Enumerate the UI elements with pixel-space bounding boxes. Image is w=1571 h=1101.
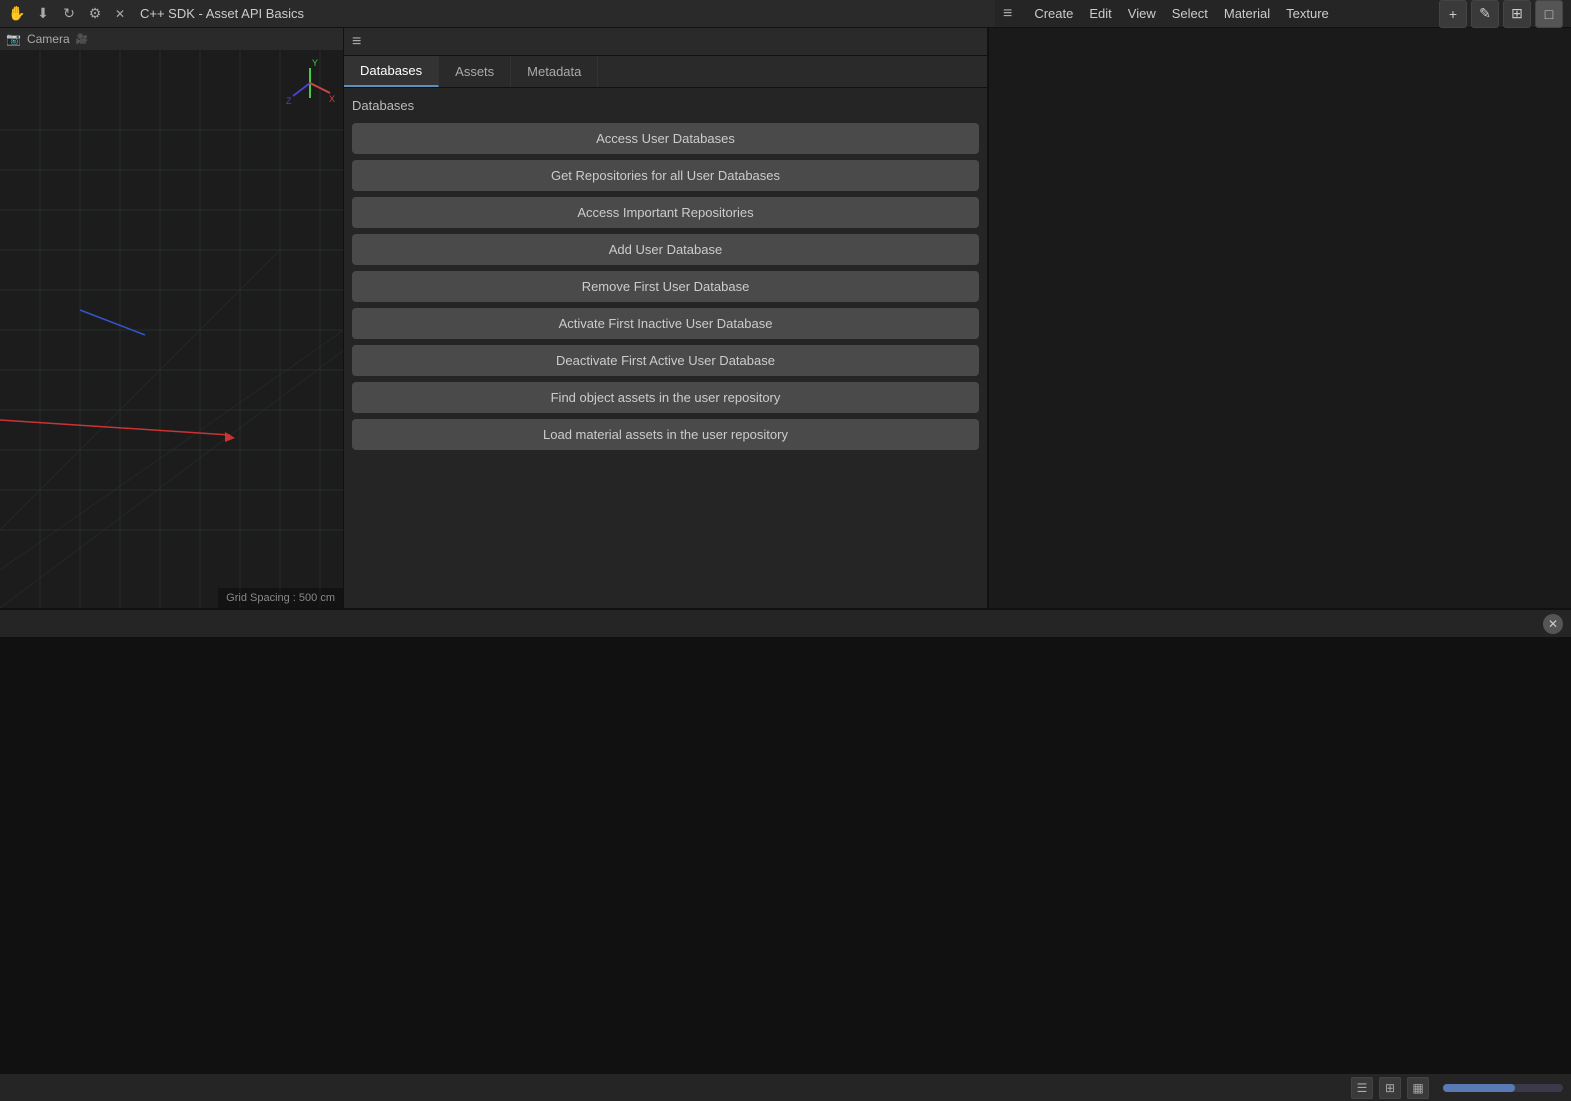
grid-button[interactable]: ⊞ xyxy=(1503,0,1531,28)
close-tab-icon[interactable]: ✕ xyxy=(112,6,128,22)
titlebar-right-menu: ≡ Create Edit View Select Material Textu… xyxy=(995,0,1571,28)
grid-spacing-label: Grid Spacing : 500 cm xyxy=(218,588,343,608)
btn-activate-first-inactive[interactable]: Activate First Inactive User Database xyxy=(352,308,979,339)
plugin-hamburger-icon[interactable]: ≡ xyxy=(352,33,361,51)
window-title: C++ SDK - Asset API Basics xyxy=(140,6,304,21)
camera-icon: 📷 xyxy=(6,32,21,46)
upper-section: 📷 Camera 🎥 xyxy=(0,28,1571,608)
menu-item-create[interactable]: Create xyxy=(1034,6,1073,21)
main-layout: 📷 Camera 🎥 xyxy=(0,28,1571,1101)
axes-indicator: Y X Z xyxy=(285,58,335,108)
btn-access-user-databases[interactable]: Access User Databases xyxy=(352,123,979,154)
section-label: Databases xyxy=(352,96,979,115)
svg-text:X: X xyxy=(329,94,335,104)
menu-item-view[interactable]: View xyxy=(1128,6,1156,21)
viewport-header: 📷 Camera 🎥 xyxy=(0,28,343,50)
hamburger-icon[interactable]: ≡ xyxy=(1003,5,1012,23)
viewport-canvas[interactable]: Y X Z Grid Spacing : 500 cm xyxy=(0,50,343,608)
settings-icon[interactable]: ⚙ xyxy=(86,5,104,23)
menu-item-select[interactable]: Select xyxy=(1172,6,1208,21)
btn-add-user-database[interactable]: Add User Database xyxy=(352,234,979,265)
refresh-icon[interactable]: ↻ xyxy=(60,5,78,23)
bottom-panel: ✕ ☰ ⊞ ▦ xyxy=(0,608,1571,1101)
tab-assets[interactable]: Assets xyxy=(439,56,511,87)
right-panel xyxy=(988,28,1564,608)
menu-item-material[interactable]: Material xyxy=(1224,6,1270,21)
download-icon[interactable]: ⬇ xyxy=(34,5,52,23)
add-button[interactable]: + xyxy=(1439,0,1467,28)
footer-list-icon[interactable]: ☰ xyxy=(1351,1077,1373,1099)
right-content xyxy=(989,28,1564,608)
viewport-panel: 📷 Camera 🎥 xyxy=(0,28,344,608)
menu-item-texture[interactable]: Texture xyxy=(1286,6,1329,21)
btn-deactivate-first-active[interactable]: Deactivate First Active User Database xyxy=(352,345,979,376)
plugin-content: Databases Access User Databases Get Repo… xyxy=(344,88,987,608)
svg-text:Y: Y xyxy=(312,58,318,68)
footer-detail-icon[interactable]: ▦ xyxy=(1407,1077,1429,1099)
footer-slider-fill xyxy=(1443,1084,1515,1092)
tab-metadata[interactable]: Metadata xyxy=(511,56,598,87)
camera-extra-icon: 🎥 xyxy=(76,34,88,45)
edit-button[interactable]: ✎ xyxy=(1471,0,1499,28)
footer-slider[interactable] xyxy=(1443,1084,1563,1092)
plugin-tabs: Databases Assets Metadata xyxy=(344,56,987,88)
btn-find-object-assets[interactable]: Find object assets in the user repositor… xyxy=(352,382,979,413)
btn-access-important-repositories[interactable]: Access Important Repositories xyxy=(352,197,979,228)
bottom-content xyxy=(0,638,1571,1073)
top-bar: ✋ ⬇ ↻ ⚙ ✕ C++ SDK - Asset API Basics ≡ C… xyxy=(0,0,1571,28)
menu-item-edit[interactable]: Edit xyxy=(1089,6,1111,21)
svg-text:Z: Z xyxy=(286,96,292,106)
bottom-footer: ☰ ⊞ ▦ xyxy=(0,1073,1571,1101)
btn-remove-first-user-database[interactable]: Remove First User Database xyxy=(352,271,979,302)
tab-databases[interactable]: Databases xyxy=(344,56,439,87)
titlebar-left: ✋ ⬇ ↻ ⚙ ✕ C++ SDK - Asset API Basics xyxy=(0,0,995,28)
btn-get-repositories[interactable]: Get Repositories for all User Databases xyxy=(352,160,979,191)
camera-label: Camera xyxy=(27,32,70,46)
viewport-grid xyxy=(0,50,343,608)
extra-button[interactable]: □ xyxy=(1535,0,1563,28)
bottom-close-button[interactable]: ✕ xyxy=(1543,614,1563,634)
plugin-panel: ≡ Databases Assets Metadata Databases Ac… xyxy=(344,28,988,608)
plugin-header: ≡ xyxy=(344,28,987,56)
bottom-header: ✕ xyxy=(0,610,1571,638)
hand-icon[interactable]: ✋ xyxy=(8,5,26,23)
footer-grid-icon[interactable]: ⊞ xyxy=(1379,1077,1401,1099)
btn-load-material-assets[interactable]: Load material assets in the user reposit… xyxy=(352,419,979,450)
